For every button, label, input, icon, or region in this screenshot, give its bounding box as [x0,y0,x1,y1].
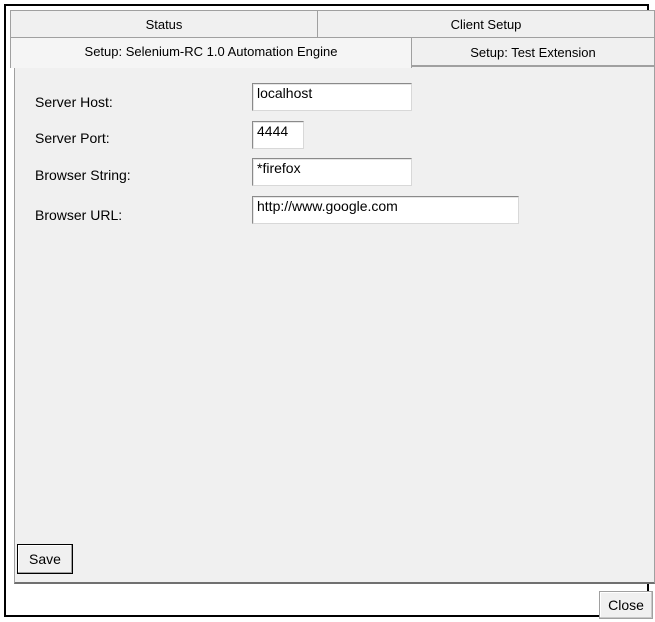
tab-content-panel: Server Host: Server Port: Browser String… [14,66,655,584]
tab-test-extension-setup[interactable]: Setup: Test Extension [411,37,655,66]
tab-client-setup[interactable]: Client Setup [317,10,655,38]
tab-selenium-rc-setup[interactable]: Setup: Selenium-RC 1.0 Automation Engine [10,37,412,68]
server-host-input[interactable] [252,83,412,111]
browser-string-label: Browser String: [35,167,131,183]
save-button[interactable]: Save [17,544,73,574]
server-host-label: Server Host: [35,94,113,110]
browser-string-input[interactable] [252,158,412,186]
server-port-input[interactable] [252,121,304,149]
server-port-label: Server Port: [35,130,110,146]
tab-status[interactable]: Status [10,10,318,38]
browser-url-label: Browser URL: [35,207,123,223]
close-button[interactable]: Close [599,591,653,619]
browser-url-input[interactable] [252,196,519,224]
dialog-window: Status Client Setup Setup: Selenium-RC 1… [4,4,655,619]
